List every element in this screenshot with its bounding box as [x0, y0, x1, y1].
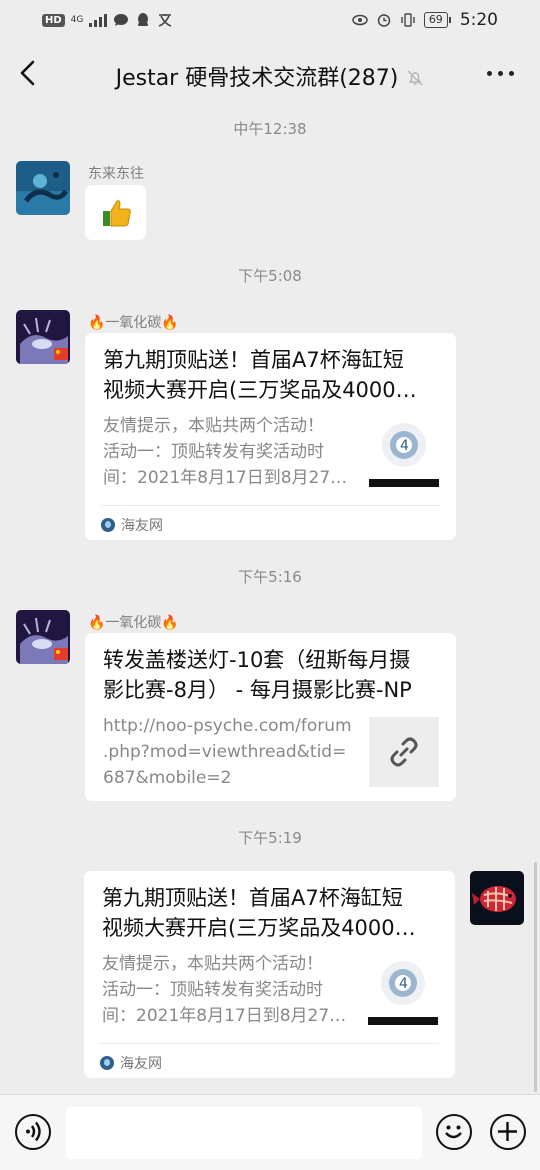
chat-header: Jestar 硬骨技术交流群(287)	[0, 40, 540, 106]
sender-name: 东来东往	[88, 166, 144, 182]
clock: 5:20	[459, 10, 498, 30]
status-left: HD 4G	[42, 13, 173, 27]
chat-title-wrap: Jestar 硬骨技术交流群(287)	[0, 60, 540, 92]
avatar[interactable]	[16, 610, 70, 664]
card-source: 海友网	[100, 1053, 162, 1073]
card-source: 海友网	[101, 515, 163, 535]
card-description: 友情提示，本贴共两个活动！ 活动一：顶贴转发有奖活动时 间：2021年8月17日…	[103, 416, 348, 488]
eye-icon	[352, 14, 368, 26]
message-bubble[interactable]	[85, 185, 146, 240]
status-right: 69 5:20	[352, 10, 498, 30]
more-dots-icon[interactable]	[487, 71, 514, 76]
source-logo-icon	[101, 518, 115, 532]
emoji-icon[interactable]	[436, 1114, 472, 1150]
timestamp: 下午5:16	[238, 568, 302, 586]
scrollbar[interactable]	[534, 862, 537, 1092]
voice-icon[interactable]	[15, 1114, 51, 1150]
thumbs-up-icon	[103, 200, 131, 227]
link-card[interactable]: 转发盖楼送灯-10套（纽斯每月摄 影比赛-8月） - 每月摄影比赛-NP htt…	[85, 633, 456, 801]
input-bar	[0, 1094, 540, 1170]
translate-icon	[159, 14, 172, 27]
network-indicator: 4G	[70, 14, 84, 25]
qq-icon	[138, 13, 149, 26]
plus-icon[interactable]	[490, 1114, 526, 1150]
card-title: 转发盖楼送灯-10套（纽斯每月摄 影比赛-8月） - 每月摄影比赛-NP	[103, 648, 412, 702]
alarm-icon	[377, 14, 391, 27]
avatar[interactable]	[16, 161, 70, 215]
message-input[interactable]	[66, 1107, 422, 1159]
link-card[interactable]: 第九期顶贴送！首届A7杯海缸短 视频大赛开启(三万奖品及4000… 友情提示，本…	[85, 333, 456, 540]
source-logo-icon	[100, 1056, 114, 1070]
sender-name: 🔥一氧化碳🔥	[88, 315, 179, 331]
timestamp: 下午5:08	[238, 267, 302, 285]
timestamp: 下午5:19	[238, 829, 302, 847]
battery-indicator: 69	[423, 12, 451, 28]
status-bar: HD 4G 69 5:20	[0, 0, 540, 40]
self-avatar[interactable]	[470, 871, 524, 925]
card-thumbnail: 4	[369, 417, 439, 487]
card-description: 友情提示，本贴共两个活动！ 活动一：顶贴转发有奖活动时 间：2021年8月17日…	[102, 954, 347, 1026]
link-thumbnail	[369, 717, 439, 787]
chat-title: Jestar 硬骨技术交流群(287)	[115, 66, 399, 91]
hd-indicator: HD	[42, 13, 65, 27]
card-title: 第九期顶贴送！首届A7杯海缸短 视频大赛开启(三万奖品及4000…	[102, 886, 416, 940]
svg-text:4: 4	[400, 438, 409, 454]
signal-icon	[89, 13, 108, 27]
vibrate-icon	[401, 13, 415, 27]
card-title: 第九期顶贴送！首届A7杯海缸短 视频大赛开启(三万奖品及4000…	[103, 348, 417, 402]
link-icon	[390, 737, 418, 767]
card-thumbnail: 4	[368, 955, 438, 1025]
card-description: http://noo-psyche.com/forum .php?mod=vie…	[103, 716, 352, 788]
avatar[interactable]	[16, 310, 70, 364]
message-icon	[114, 14, 129, 26]
divider	[101, 505, 440, 506]
sender-name: 🔥一氧化碳🔥	[88, 615, 179, 631]
svg-text:4: 4	[399, 976, 408, 992]
link-card[interactable]: 第九期顶贴送！首届A7杯海缸短 视频大赛开启(三万奖品及4000… 友情提示，本…	[84, 871, 455, 1078]
divider	[100, 1043, 439, 1044]
timestamp: 中午12:38	[233, 120, 307, 138]
bell-off-icon	[407, 70, 423, 86]
